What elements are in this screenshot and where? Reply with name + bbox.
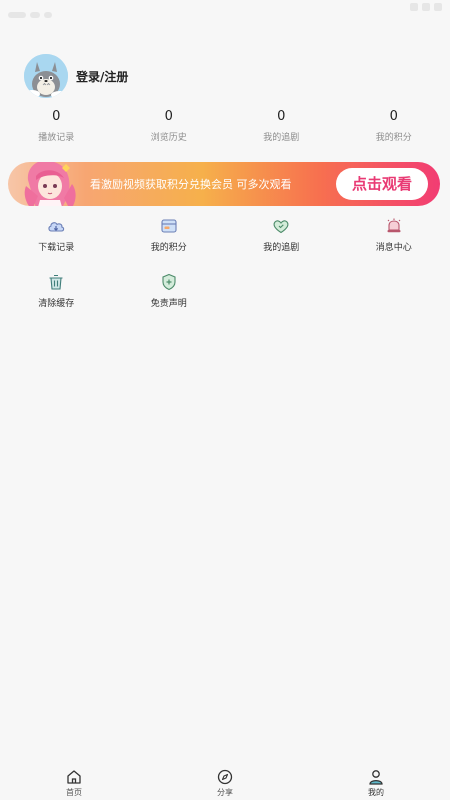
- home-icon: [67, 770, 81, 784]
- cloud-download-icon: [48, 222, 65, 232]
- stat-my-points[interactable]: 0 我的积分: [338, 108, 450, 143]
- menu-clear-cache[interactable]: 清除缓存: [0, 270, 113, 326]
- menu-disclaimer[interactable]: 免责声明: [113, 270, 226, 326]
- bottom-tab-bar: 首页 分享 我的: [0, 764, 450, 800]
- stat-value: 0: [277, 109, 286, 124]
- banner-promo-text: 看激励视频获取积分兑换会员 可多次观看: [90, 178, 292, 191]
- stat-value: 0: [164, 109, 173, 124]
- reward-video-banner[interactable]: 看激励视频获取积分兑换会员 可多次观看 点击观看: [8, 162, 440, 206]
- points-card-icon: [161, 219, 177, 233]
- watch-now-button[interactable]: 点击观看: [336, 168, 428, 200]
- tab-label: 我的: [368, 788, 384, 797]
- stat-label: 播放记录: [38, 133, 75, 143]
- menu-my-points[interactable]: 我的积分: [113, 214, 226, 270]
- tab-label: 首页: [66, 788, 82, 797]
- stat-browse-history[interactable]: 0 浏览历史: [113, 108, 226, 143]
- stat-value: 0: [52, 109, 61, 124]
- tab-home[interactable]: 首页: [38, 764, 110, 800]
- stat-play-history[interactable]: 0 播放记录: [0, 108, 113, 143]
- feature-grid: 下载记录 我的积分 我的追剧 消息中心 清除缓存 免责声明: [0, 214, 450, 326]
- tab-label: 分享: [217, 788, 233, 797]
- menu-label: 消息中心: [375, 243, 412, 253]
- compass-icon: [217, 769, 233, 785]
- menu-label: 我的积分: [150, 243, 187, 253]
- profile-header[interactable]: 登录/注册: [24, 54, 128, 98]
- avatar[interactable]: [24, 54, 68, 98]
- login-register-link[interactable]: 登录/注册: [76, 68, 128, 85]
- menu-label: 免责声明: [150, 299, 187, 309]
- totoro-avatar-icon: [24, 54, 68, 98]
- status-bar: [0, 0, 450, 18]
- bell-icon: [387, 218, 401, 233]
- stat-label: 我的追剧: [263, 133, 300, 143]
- stat-label: 我的积分: [375, 133, 412, 143]
- tab-mine[interactable]: 我的: [340, 764, 412, 800]
- heart-icon: [273, 220, 289, 234]
- stats-row: 0 播放记录 0 浏览历史 0 我的追剧 0 我的积分: [0, 108, 450, 143]
- tab-share[interactable]: 分享: [189, 764, 261, 800]
- menu-download-records[interactable]: 下载记录: [0, 214, 113, 270]
- shield-icon: [162, 273, 176, 291]
- user-icon: [369, 770, 383, 785]
- menu-my-follows[interactable]: 我的追剧: [225, 214, 338, 270]
- menu-message-center[interactable]: 消息中心: [338, 214, 450, 270]
- stat-label: 浏览历史: [150, 133, 187, 143]
- stat-my-follows[interactable]: 0 我的追剧: [225, 108, 338, 143]
- stat-value: 0: [389, 109, 398, 124]
- anime-girl-mascot-icon: [24, 162, 76, 206]
- menu-label: 下载记录: [38, 243, 75, 253]
- trash-icon: [49, 274, 63, 290]
- menu-label: 我的追剧: [263, 243, 300, 253]
- menu-label: 清除缓存: [38, 299, 75, 309]
